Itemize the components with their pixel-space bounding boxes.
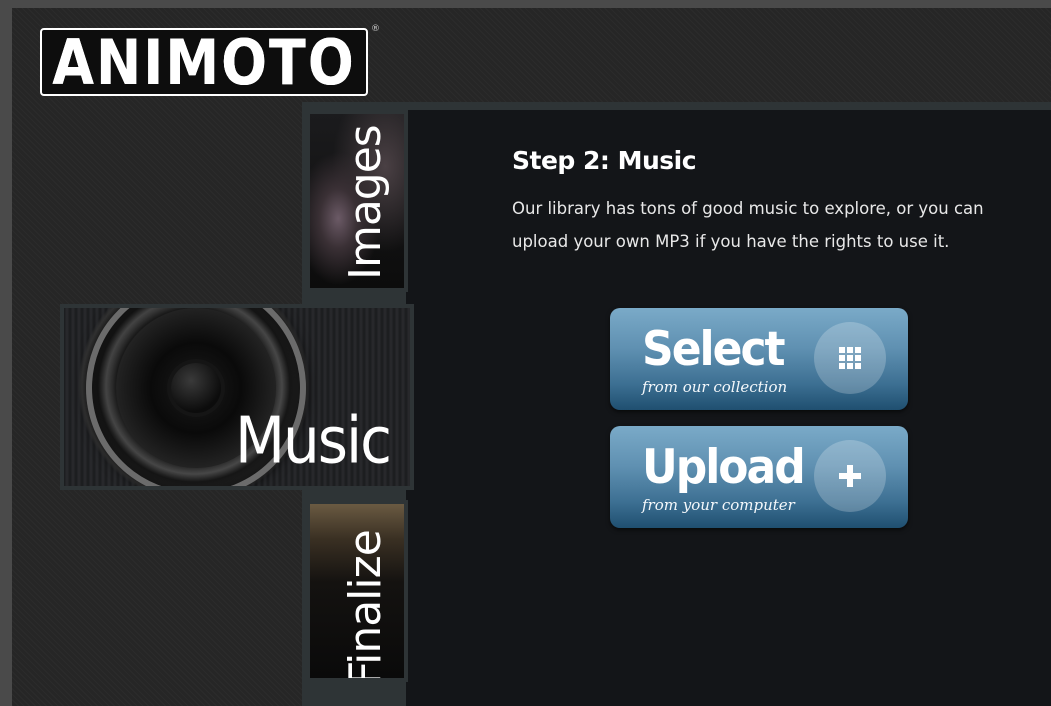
- animoto-logo[interactable]: ANIMOTO ®: [40, 24, 380, 99]
- tab-images[interactable]: Images: [306, 110, 408, 292]
- plus-icon: [814, 440, 886, 512]
- grid-icon: [814, 322, 886, 394]
- tab-finalize-label: Finalize: [340, 530, 391, 682]
- step-description: Our library has tons of good music to ex…: [512, 199, 984, 251]
- upload-button-subtitle: from your computer: [642, 496, 795, 514]
- tab-finalize[interactable]: Finalize: [306, 500, 408, 682]
- select-button-title: Select: [642, 322, 786, 378]
- select-music-button[interactable]: Select from our collection: [610, 308, 908, 410]
- tab-music[interactable]: Music: [60, 304, 414, 490]
- page-title: Step 2: Music: [512, 146, 697, 175]
- app-frame: ANIMOTO ® Images Music Finalize Step 2: …: [12, 8, 1051, 706]
- registered-mark: ®: [371, 24, 380, 34]
- speaker-dust-cap: [171, 363, 221, 413]
- select-button-subtitle: from our collection: [642, 378, 788, 396]
- tab-images-label: Images: [340, 125, 391, 280]
- upload-button-title: Upload: [642, 440, 806, 496]
- upload-music-button[interactable]: Upload from your computer: [610, 426, 908, 528]
- logo-text: ANIMOTO: [52, 25, 356, 99]
- tab-music-label: Music: [234, 403, 392, 478]
